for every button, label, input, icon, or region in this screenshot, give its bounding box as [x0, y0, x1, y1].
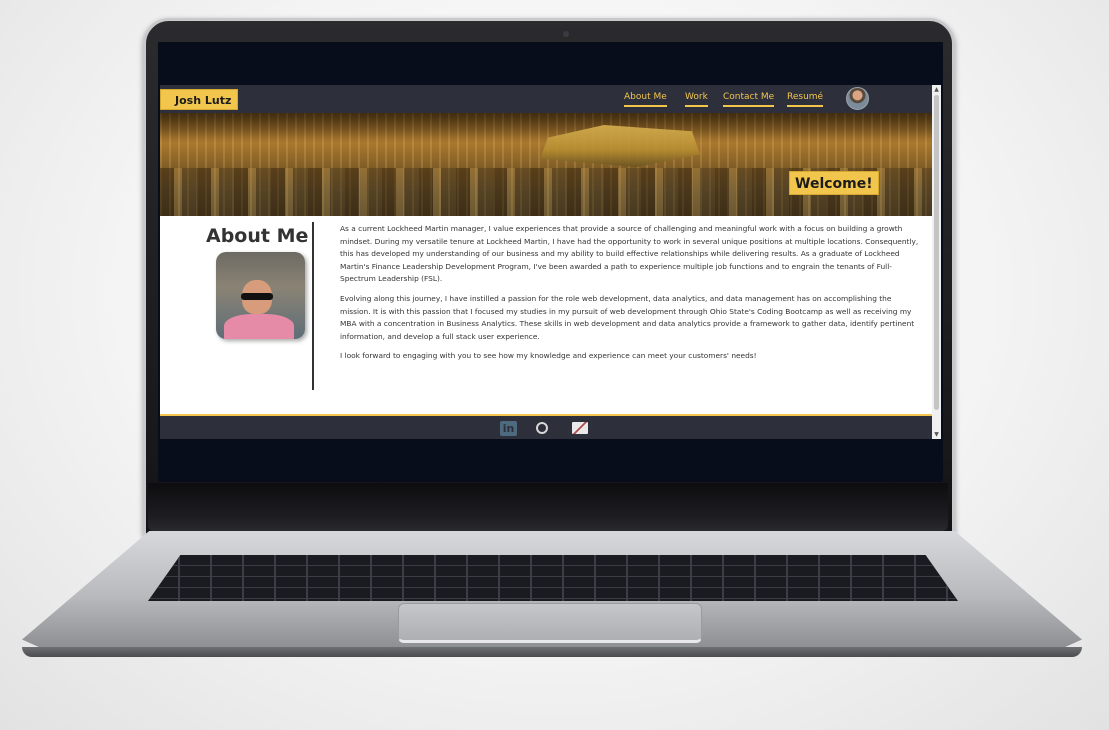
section-divider — [312, 222, 314, 390]
keyboard — [148, 555, 958, 601]
scrollbar-thumb[interactable] — [934, 95, 939, 410]
about-paragraph-2: Evolving along this journey, I have inst… — [340, 293, 915, 341]
brand-logo[interactable]: Josh Lutz — [160, 89, 239, 110]
nav-about-me[interactable]: About Me — [624, 92, 667, 107]
portfolio-page: Josh Lutz About Me Work Contact Me Resum… — [160, 85, 932, 439]
webcam-icon — [563, 31, 569, 37]
site-navbar: Josh Lutz About Me Work Contact Me Resum… — [160, 85, 932, 113]
page-scrollbar[interactable]: ▲ ▼ — [932, 85, 941, 439]
about-text: As a current Lockheed Martin manager, I … — [340, 223, 920, 370]
scroll-down-icon[interactable]: ▼ — [932, 430, 941, 439]
nav-contact-me[interactable]: Contact Me — [723, 92, 775, 107]
nav-work[interactable]: Work — [685, 92, 708, 107]
profile-photo — [216, 252, 305, 339]
laptop-base-edge — [22, 647, 1082, 657]
about-title: About Me — [206, 225, 309, 247]
about-paragraph-1: As a current Lockheed Martin manager, I … — [340, 224, 919, 284]
scroll-up-icon[interactable]: ▲ — [932, 85, 941, 94]
github-icon[interactable] — [536, 422, 548, 434]
welcome-heading: Welcome! — [789, 171, 879, 195]
hero-banner: Welcome! — [160, 113, 932, 216]
site-footer: in — [160, 414, 932, 439]
photo-shirt — [224, 314, 294, 339]
laptop-screen: Josh Lutz About Me Work Contact Me Resum… — [158, 42, 943, 482]
mail-icon[interactable] — [572, 422, 588, 434]
stadium-image — [540, 125, 700, 167]
trackpad — [398, 603, 702, 643]
laptop-bezel-bottom — [148, 483, 948, 531]
about-paragraph-3: I look forward to engaging with you to s… — [340, 351, 757, 361]
nav-resume[interactable]: Resumé — [787, 92, 824, 107]
avatar[interactable] — [846, 87, 869, 110]
linkedin-icon[interactable]: in — [500, 421, 517, 436]
photo-sunglasses — [241, 293, 273, 300]
